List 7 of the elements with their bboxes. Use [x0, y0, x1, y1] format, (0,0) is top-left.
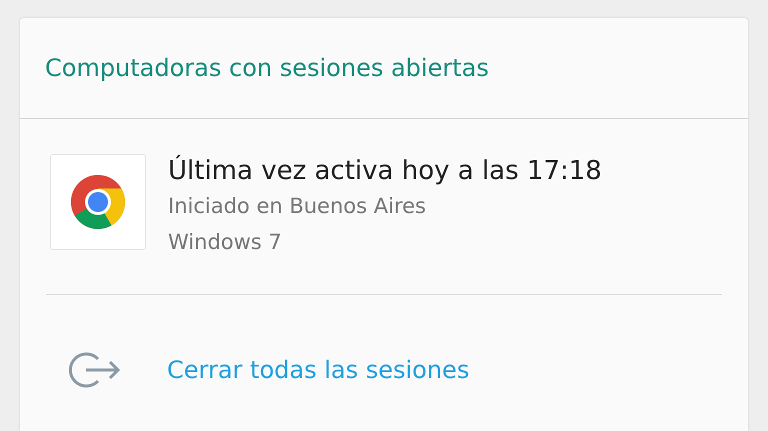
browser-icon — [70, 174, 126, 230]
logout-icon — [68, 350, 122, 390]
sign-out-all-button[interactable]: Cerrar todas las sesiones — [68, 295, 470, 431]
section-title: Computadoras con sesiones abiertas — [45, 54, 489, 82]
session-detail: Windows 7 — [168, 229, 283, 256]
session-detail: Iniciado en Buenos Aires — [168, 193, 427, 220]
session-title: Última vez activa hoy a las 17:18 — [168, 154, 602, 188]
